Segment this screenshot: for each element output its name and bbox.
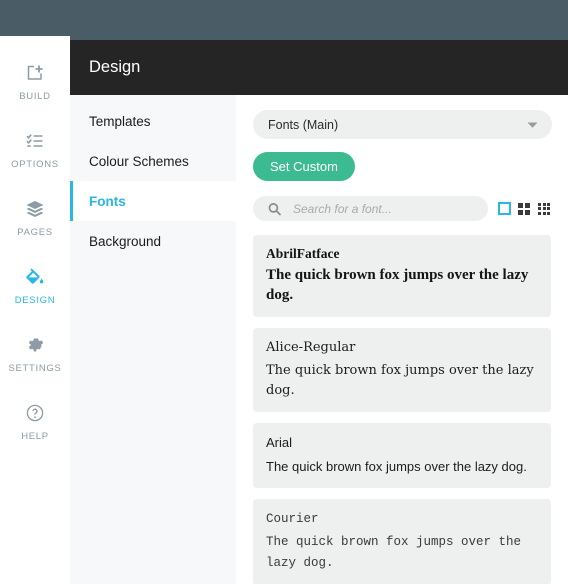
page-title: Design [89, 58, 141, 76]
rail-item-settings[interactable]: SETTINGS [0, 320, 70, 388]
rail-item-options[interactable]: OPTIONS [0, 116, 70, 184]
submenu-item-fonts[interactable]: Fonts [70, 181, 236, 221]
rail-label-settings: SETTINGS [8, 363, 62, 374]
font-card[interactable]: Arial The quick brown fox jumps over the… [253, 423, 551, 488]
grid-3x3-icon[interactable] [537, 202, 551, 216]
rail-label-help: HELP [21, 431, 49, 442]
submenu-item-background[interactable]: Background [70, 221, 236, 261]
view-toggle-group [497, 202, 551, 216]
question-circle-icon [24, 402, 46, 424]
font-card-name: Courier [266, 511, 319, 526]
submenu-item-templates[interactable]: Templates [70, 101, 236, 141]
font-card-name: Arial [266, 435, 293, 451]
submenu-label-templates: Templates [89, 113, 151, 129]
single-view-icon[interactable] [497, 202, 511, 216]
search-row [253, 196, 551, 221]
set-custom-button[interactable]: Set Custom [253, 152, 355, 181]
paint-bucket-icon [24, 266, 46, 288]
rail-item-pages[interactable]: PAGES [0, 184, 70, 252]
grid-2x2-icon[interactable] [517, 202, 531, 216]
font-list: AbrilFatface The quick brown fox jumps o… [253, 235, 551, 584]
font-card[interactable]: AbrilFatface The quick brown fox jumps o… [253, 235, 551, 317]
rail-item-build[interactable]: BUILD [0, 48, 70, 116]
submenu-label-fonts: Fonts [89, 193, 126, 209]
font-card[interactable]: Courier The quick brown fox jumps over t… [253, 498, 551, 584]
rail-label-options: OPTIONS [11, 159, 59, 170]
checklist-icon [24, 130, 46, 152]
search-input[interactable] [293, 201, 478, 216]
add-box-icon [24, 62, 46, 84]
search-icon [268, 202, 281, 215]
rail-label-pages: PAGES [17, 227, 53, 238]
design-submenu: Templates Colour Schemes Fonts Backgroun… [70, 95, 236, 584]
submenu-label-background: Background [89, 233, 162, 249]
rail-label-build: BUILD [19, 91, 51, 102]
font-search-box[interactable] [253, 196, 488, 221]
chevron-down-icon [527, 121, 538, 128]
rail-label-design: DESIGN [14, 295, 56, 306]
font-card-sample: The quick brown fox jumps over the lazy … [266, 363, 534, 399]
layers-icon [24, 198, 46, 220]
primary-nav-rail: BUILD OPTIONS PAGES DESIGN SETTINGS HELP [0, 40, 70, 584]
gear-icon [24, 334, 46, 356]
submenu-item-colour-schemes[interactable]: Colour Schemes [70, 141, 236, 181]
rail-item-design[interactable]: DESIGN [0, 252, 70, 320]
rail-item-help[interactable]: HELP [0, 388, 70, 456]
fonts-panel: Fonts (Main) Set Custom Search for a fon… [236, 95, 568, 584]
app-root: BUILD OPTIONS PAGES DESIGN SETTINGS HELP… [0, 0, 568, 584]
font-card-sample: The quick brown fox jumps over the lazy … [266, 458, 527, 474]
font-card[interactable]: Alice-Regular The quick brown fox jumps … [253, 328, 551, 413]
font-group-select[interactable]: Fonts (Main) [253, 110, 552, 139]
font-card-name: AbrilFatface [266, 246, 340, 261]
font-group-select-value: Fonts (Main) [268, 117, 339, 132]
font-card-name: Alice-Regular [266, 340, 356, 355]
font-card-sample: The quick brown fox jumps over the lazy … [266, 266, 529, 304]
section-header: Design [70, 40, 568, 95]
submenu-label-colour-schemes: Colour Schemes [89, 153, 189, 169]
font-card-sample: The quick brown fox jumps over the lazy … [266, 535, 522, 570]
top-bar [0, 0, 568, 40]
